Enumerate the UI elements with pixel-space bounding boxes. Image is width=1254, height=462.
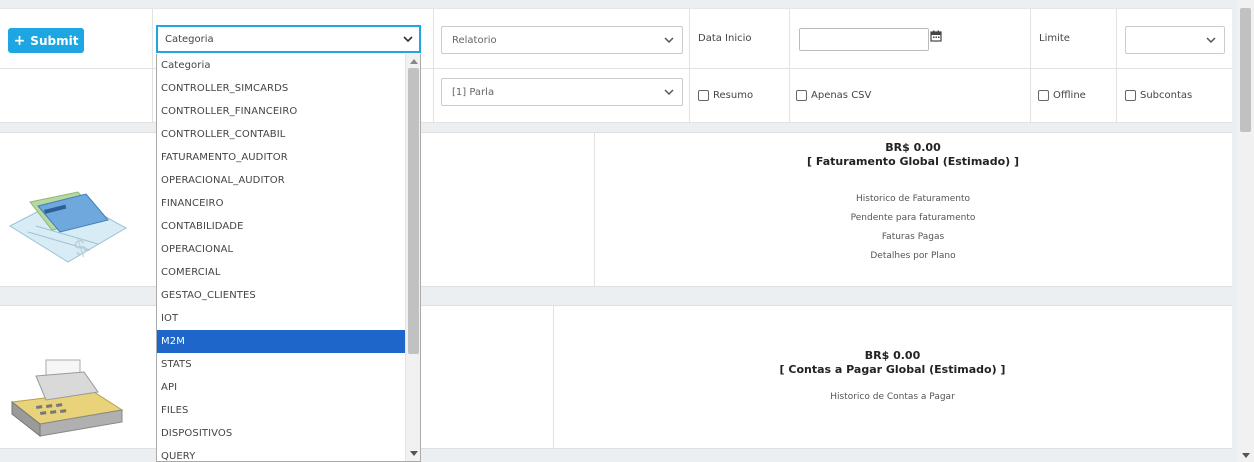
dropdown-scrollbar[interactable] xyxy=(405,54,420,461)
plus-icon: + xyxy=(13,32,26,49)
dropdown-option[interactable]: IOT xyxy=(157,307,420,330)
submit-button[interactable]: + Submit xyxy=(8,28,84,53)
pendente-faturamento-link[interactable]: Pendente para faturamento xyxy=(594,213,1232,223)
chevron-down-icon xyxy=(664,36,674,44)
empty-cell xyxy=(0,69,153,123)
dropdown-option[interactable]: STATS xyxy=(157,353,420,376)
dropdown-option[interactable]: FILES xyxy=(157,399,420,422)
scroll-down-icon[interactable] xyxy=(1242,453,1250,458)
offline-label: Offline xyxy=(1053,90,1086,101)
checkbox-icon xyxy=(698,90,709,101)
page-scrollbar[interactable] xyxy=(1237,0,1254,462)
resumo-label: Resumo xyxy=(713,90,754,101)
subcontas-cell: Subcontas xyxy=(1117,69,1232,123)
apenas-csv-label: Apenas CSV xyxy=(811,90,872,101)
subcontas-label: Subcontas xyxy=(1140,90,1193,101)
categoria-value: Categoria xyxy=(165,33,214,45)
parla-select[interactable]: [1] Parla xyxy=(441,78,683,106)
apenas-csv-checkbox[interactable]: Apenas CSV xyxy=(796,90,871,101)
dropdown-option[interactable]: OPERACIONAL xyxy=(157,238,420,261)
offline-checkbox[interactable]: Offline xyxy=(1038,90,1086,101)
resumo-checkbox[interactable]: Resumo xyxy=(698,90,753,101)
scroll-up-icon[interactable] xyxy=(410,59,418,64)
faturamento-amount: BR$ 0.00 xyxy=(885,141,941,154)
dropdown-option[interactable]: GESTAO_CLIENTES xyxy=(157,284,420,307)
historico-faturamento-link[interactable]: Historico de Faturamento xyxy=(594,194,1232,204)
dropdown-option[interactable]: FINANCEIRO xyxy=(157,192,420,215)
subcontas-checkbox[interactable]: Subcontas xyxy=(1125,90,1192,101)
categoria-select[interactable]: Categoria xyxy=(156,25,421,53)
resumo-cell: Resumo xyxy=(690,69,790,123)
page-scroll-thumb[interactable] xyxy=(1240,8,1251,132)
dropdown-option[interactable]: CONTROLLER_FINANCEIRO xyxy=(157,100,420,123)
dropdown-option[interactable]: QUERY xyxy=(157,445,420,461)
contas-pagar-info: BR$ 0.00 [ Contas a Pagar Global (Estima… xyxy=(553,349,1232,402)
dropdown-option[interactable]: OPERACIONAL_AUDITOR xyxy=(157,169,420,192)
contas-pagar-amount: BR$ 0.00 xyxy=(864,349,921,362)
checkbox-icon xyxy=(796,90,807,101)
dropdown-option[interactable]: Categoria xyxy=(157,54,420,77)
relatorio-select[interactable]: Relatorio xyxy=(441,26,683,54)
offline-cell: Offline xyxy=(1031,69,1117,123)
dropdown-option[interactable]: M2M xyxy=(157,330,420,353)
cash-register-icon xyxy=(6,358,126,438)
limite-label: Limite xyxy=(1039,33,1070,44)
data-inicio-cell: Data Inicio xyxy=(690,9,790,69)
historico-contas-pagar-link[interactable]: Historico de Contas a Pagar xyxy=(553,392,1232,402)
calendar-icon[interactable] xyxy=(930,27,942,42)
limite-select[interactable] xyxy=(1125,26,1225,54)
detalhes-plano-link[interactable]: Detalhes por Plano xyxy=(594,251,1232,261)
relatorio-cell: Relatorio xyxy=(434,9,690,69)
categoria-dropdown-list: Categoria CONTROLLER_SIMCARDS CONTROLLER_F… xyxy=(156,54,421,462)
dropdown-option[interactable]: COMERCIAL xyxy=(157,261,420,284)
data-inicio-label: Data Inicio xyxy=(698,33,752,44)
limite-select-cell xyxy=(1117,9,1232,69)
chevron-down-icon xyxy=(403,35,413,43)
dropdown-option[interactable]: CONTROLLER_SIMCARDS xyxy=(157,77,420,100)
submit-label: Submit xyxy=(30,33,79,48)
dropdown-option[interactable]: DISPOSITIVOS xyxy=(157,422,420,445)
checkbox-icon xyxy=(1125,90,1136,101)
check-payment-icon: $ xyxy=(8,188,130,268)
apenas-csv-cell: Apenas CSV xyxy=(790,69,1031,123)
limite-cell: Limite xyxy=(1031,9,1117,69)
scroll-down-icon[interactable] xyxy=(410,451,418,456)
parla-value: [1] Parla xyxy=(452,86,495,98)
dropdown-scroll-thumb[interactable] xyxy=(408,68,419,354)
faturas-pagas-link[interactable]: Faturas Pagas xyxy=(594,232,1232,242)
chevron-down-icon xyxy=(1206,36,1216,44)
dropdown-option[interactable]: CONTROLLER_CONTABIL xyxy=(157,123,420,146)
chevron-down-icon xyxy=(664,88,674,96)
dropdown-items: Categoria CONTROLLER_SIMCARDS CONTROLLER_F… xyxy=(157,54,420,461)
dropdown-option[interactable]: API xyxy=(157,376,420,399)
data-inicio-input[interactable] xyxy=(799,28,929,51)
dropdown-option[interactable]: FATURAMENTO_AUDITOR xyxy=(157,146,420,169)
contas-pagar-caption: [ Contas a Pagar Global (Estimado) ] xyxy=(779,363,1006,376)
checkbox-icon xyxy=(1038,90,1049,101)
parla-cell: [1] Parla xyxy=(434,69,690,123)
faturamento-info: BR$ 0.00 [ Faturamento Global (Estimado)… xyxy=(594,141,1232,261)
relatorio-value: Relatorio xyxy=(452,34,497,46)
faturamento-caption: [ Faturamento Global (Estimado) ] xyxy=(806,155,1020,168)
dropdown-option[interactable]: CONTABILIDADE xyxy=(157,215,420,238)
